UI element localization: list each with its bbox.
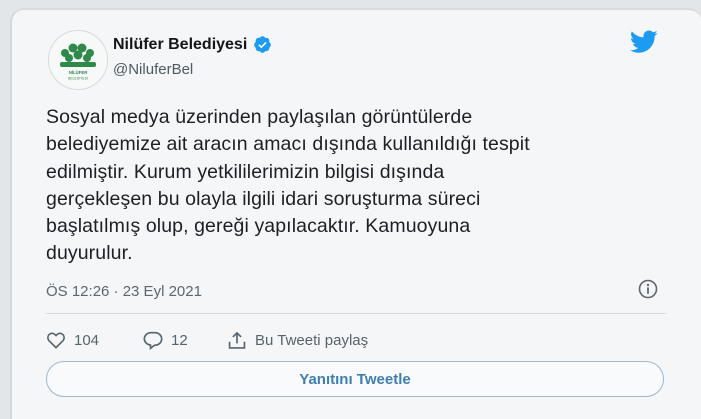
- share-button[interactable]: Bu Tweeti paylaş: [227, 331, 368, 350]
- author-avatar[interactable]: NİLÜFER BELEDİYESİ: [48, 30, 108, 90]
- tweet-text-line: gerçekleşen bu olayla ilgili idari soruş…: [46, 187, 481, 210]
- tweet-text-line: başlatılmış olup, gereği yapılacaktır. K…: [46, 215, 471, 238]
- reply-button[interactable]: 12: [143, 331, 227, 350]
- author-display-name[interactable]: Nilüfer Belediyesi: [113, 36, 247, 54]
- author-name-row[interactable]: Nilüfer Belediyesi: [113, 35, 272, 54]
- municipality-logo-icon: NİLÜFER BELEDİYESİ: [60, 43, 96, 81]
- svg-text:BELEDİYESİ: BELEDİYESİ: [68, 76, 88, 81]
- author-handle[interactable]: @NiluferBel: [113, 61, 193, 78]
- like-button[interactable]: 104: [46, 331, 143, 349]
- tweet-actions: 104 12 Bu Tweeti paylaş: [46, 329, 368, 351]
- tweet-text-line: edilmiştir. Kurum yetkililerimizin bilgi…: [46, 160, 445, 183]
- tweet-timestamp[interactable]: ÖS 12:26 · 23 Eyl 2021: [46, 283, 202, 300]
- tweet-text-line: Sosyal medya üzerinden paylaşılan görünt…: [46, 106, 473, 128]
- verified-badge-icon: [254, 36, 272, 53]
- tweet-text-line: belediyemize ait aracın amacı dışında ku…: [46, 133, 530, 156]
- reply-count: 12: [171, 331, 188, 349]
- tweet-text-line: duyurulur.: [46, 242, 133, 265]
- share-label: Bu Tweeti paylaş: [255, 331, 369, 349]
- tweet-text: Sosyal medya üzerinden paylaşılan görünt…: [46, 104, 646, 268]
- heart-icon: [47, 332, 65, 349]
- reply-tweet-label: Yanıtını Tweetle: [299, 370, 411, 388]
- twitter-bird-icon[interactable]: [630, 30, 658, 54]
- divider: [46, 313, 666, 314]
- info-icon[interactable]: [638, 279, 658, 299]
- share-upload-icon: [228, 331, 246, 349]
- reply-tweet-button[interactable]: Yanıtını Tweetle: [46, 361, 664, 397]
- like-count: 104: [74, 331, 100, 349]
- reply-bubble-icon: [143, 331, 163, 350]
- svg-text:NİLÜFER: NİLÜFER: [69, 70, 89, 75]
